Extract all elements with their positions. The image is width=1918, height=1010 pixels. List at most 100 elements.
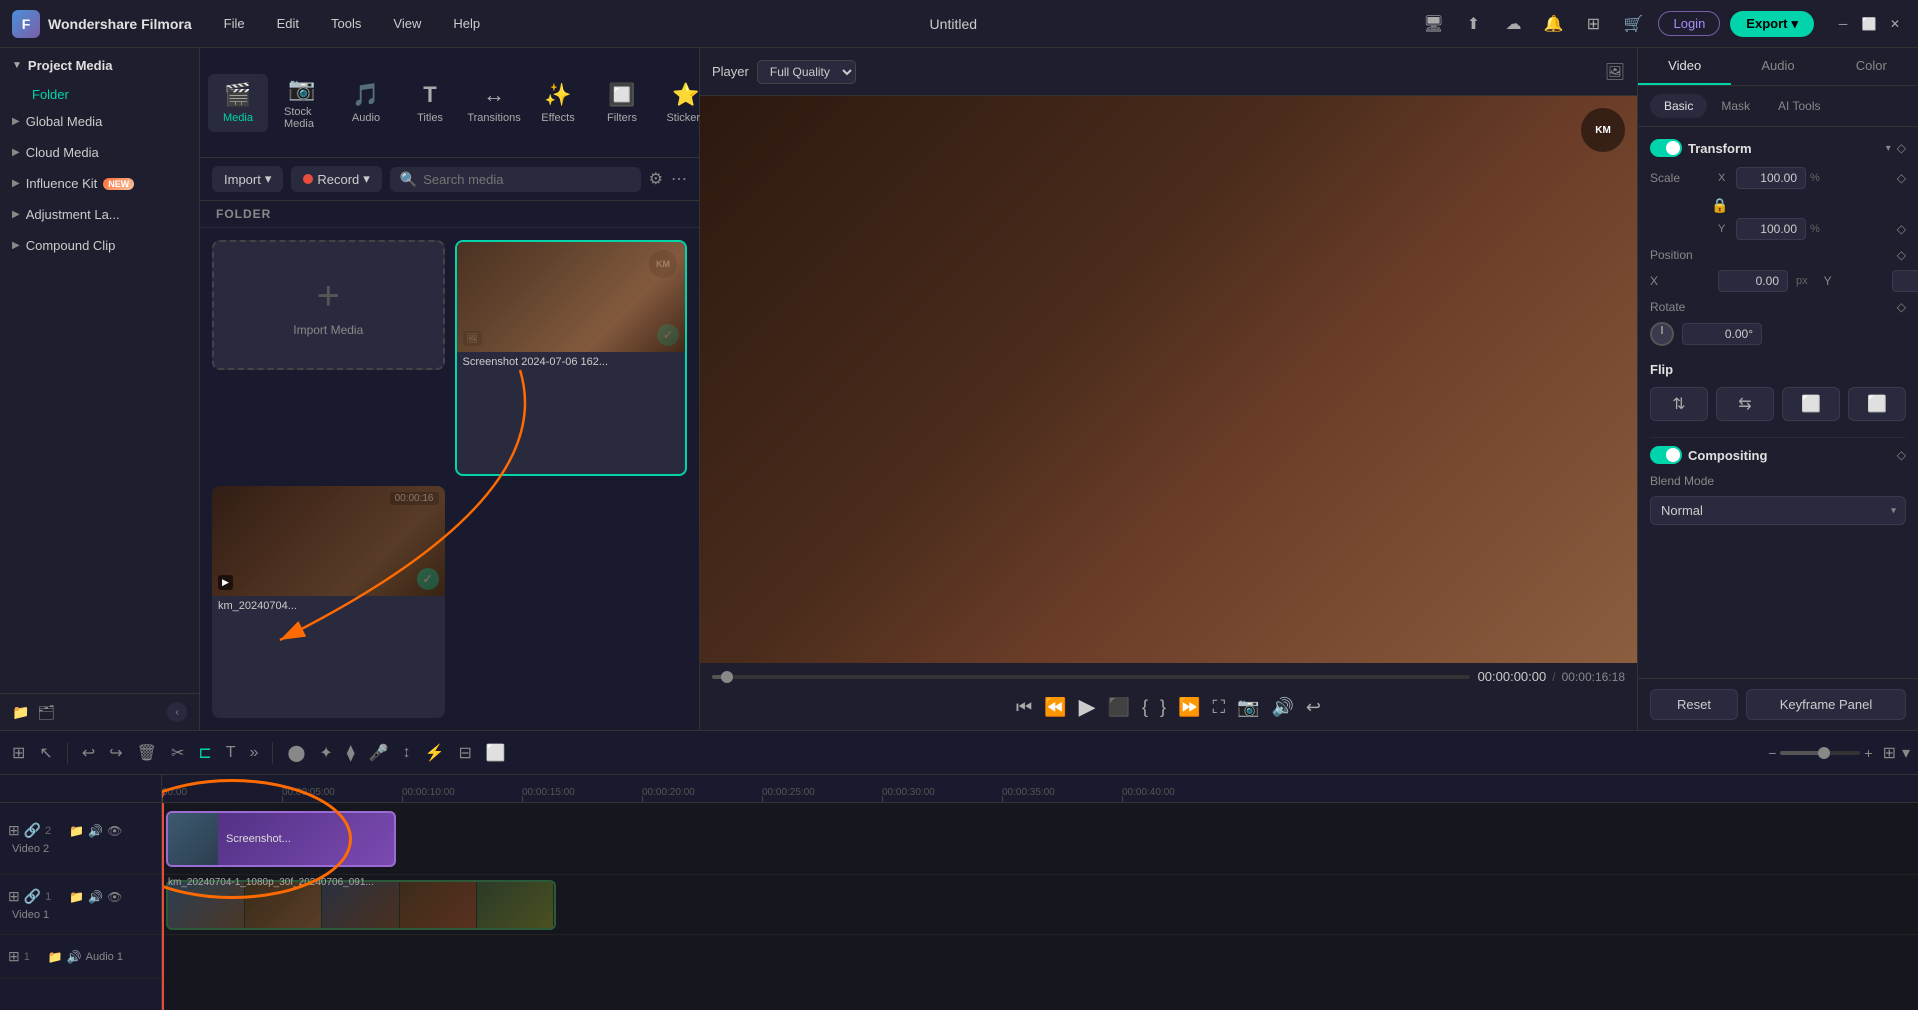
scale-x-keyframe-icon[interactable]: ◇ [1897, 171, 1906, 185]
filter-icon[interactable]: ⚙ [649, 169, 663, 189]
mark-in-icon[interactable]: { [1142, 697, 1148, 718]
tab-titles[interactable]: T Titles [400, 74, 460, 132]
mark-out-icon[interactable]: } [1160, 697, 1166, 718]
tl-zoom-in-icon[interactable]: + [1864, 745, 1872, 761]
transform-toggle[interactable] [1650, 139, 1682, 157]
more-options-icon[interactable]: ⋯ [671, 169, 687, 189]
sidebar-item-adjustment[interactable]: ▶ Adjustment La... [0, 199, 199, 230]
video2-folder-icon[interactable]: 📁 [69, 824, 84, 838]
screenshot-media-item[interactable]: KM ✓ 🖼 Screenshot 2024-07-06 162... [455, 240, 688, 476]
tl-text-icon[interactable]: T [222, 740, 240, 766]
maximize-button[interactable]: ⬜ [1858, 13, 1880, 35]
tl-select-icon[interactable]: ↖ [35, 739, 56, 767]
upload-icon[interactable]: ⬆ [1458, 9, 1488, 39]
audio1-folder-icon[interactable]: 📁 [48, 950, 63, 964]
menu-file[interactable]: File [216, 12, 253, 35]
video1-audio-icon[interactable]: 🔊 [88, 890, 103, 904]
tl-output-icon[interactable]: ⬜ [482, 739, 510, 767]
scale-y-input[interactable] [1736, 218, 1806, 240]
tab-effects[interactable]: ✨ Effects [528, 74, 588, 132]
snapshot-icon[interactable]: 📷 [1237, 697, 1259, 718]
record-button[interactable]: Record ▾ [291, 166, 381, 192]
tl-zoom-out-icon[interactable]: − [1768, 745, 1776, 761]
tl-redo-icon[interactable]: ↪ [105, 739, 126, 767]
minimize-button[interactable]: ─ [1832, 13, 1854, 35]
subtab-ai-tools[interactable]: AI Tools [1764, 94, 1834, 118]
quality-select[interactable]: Full Quality [757, 60, 856, 84]
playhead[interactable] [162, 803, 164, 1010]
fullscreen-icon[interactable]: ⛶ [1212, 697, 1225, 718]
search-box[interactable]: 🔍 [390, 167, 641, 192]
flip-vertical-button[interactable]: ⇆ [1716, 387, 1774, 421]
subtab-mask[interactable]: Mask [1707, 94, 1764, 118]
position-y-input[interactable] [1892, 270, 1918, 292]
menu-view[interactable]: View [385, 12, 429, 35]
screen-icon[interactable]: 🖥 [1418, 9, 1448, 39]
tab-media[interactable]: 🎬 Media [208, 74, 268, 132]
scrubber-thumb[interactable] [721, 671, 733, 683]
tl-zoom-thumb[interactable] [1818, 747, 1830, 759]
blend-mode-select[interactable]: Normal [1650, 496, 1906, 525]
tl-delete-icon[interactable]: 🗑 [133, 739, 161, 767]
rotate-input[interactable] [1682, 323, 1762, 345]
video1-folder-icon[interactable]: 📁 [69, 890, 84, 904]
folder-icon[interactable]: 🗂 [37, 704, 55, 721]
sidebar-item-influence-kit[interactable]: ▶ Influence Kit NEW [0, 168, 199, 199]
flip-both-v-button[interactable]: ⬜ [1848, 387, 1906, 421]
login-button[interactable]: Login [1658, 11, 1720, 36]
video1-eye-icon[interactable]: 👁 [107, 890, 122, 904]
frame-back-icon[interactable]: ⏪ [1044, 697, 1066, 718]
stop-button[interactable]: ⬛ [1108, 697, 1130, 718]
more-controls-icon[interactable]: ↩ [1306, 697, 1321, 718]
transform-keyframe-icon[interactable]: ◇ [1897, 141, 1906, 155]
project-media-section[interactable]: ▼ Project Media [0, 48, 199, 83]
tl-zoom-track[interactable] [1780, 751, 1860, 755]
tl-overlay-icon[interactable]: ⊟ [455, 739, 476, 767]
menu-tools[interactable]: Tools [323, 12, 369, 35]
tab-video[interactable]: Video [1638, 48, 1731, 85]
close-button[interactable]: ✕ [1884, 13, 1906, 35]
tab-audio[interactable]: Audio [1731, 48, 1824, 85]
timeline-tracks-area[interactable]: 00:00 00:00:05:00 00:00:10:00 00:00:15:0… [162, 775, 1918, 1010]
import-media-item[interactable]: + Import Media [212, 240, 445, 370]
new-folder-icon[interactable]: 📁 [12, 704, 29, 721]
tl-mic-icon[interactable]: 🎤 [365, 739, 393, 767]
flip-horizontal-button[interactable]: ⇅ [1650, 387, 1708, 421]
cloud-icon[interactable]: ☁ [1498, 9, 1528, 39]
audio-icon[interactable]: 🔊 [1271, 697, 1293, 718]
keyframe-panel-button[interactable]: Keyframe Panel [1746, 689, 1906, 720]
export-button[interactable]: Export ▾ [1730, 11, 1814, 37]
scale-y-keyframe-icon[interactable]: ◇ [1897, 222, 1906, 236]
subtab-basic[interactable]: Basic [1650, 94, 1707, 118]
tl-trim-icon[interactable]: ⊏ [194, 739, 215, 767]
scale-x-input[interactable] [1736, 167, 1806, 189]
video-media-item[interactable]: 00:00:16 ✓ ▶ km_20240704... [212, 486, 445, 718]
video1-main-clip[interactable]: km_20240704-1_1080p_30f_20240706_091... [166, 880, 556, 930]
tl-magic-icon[interactable]: ✦ [315, 739, 336, 767]
video2-audio-icon[interactable]: 🔊 [88, 824, 103, 838]
tl-more-icon[interactable]: ▾ [1902, 743, 1910, 763]
scale-lock-icon[interactable]: 🔒 [1710, 197, 1730, 214]
tl-split-icon[interactable]: ⚡ [421, 739, 449, 767]
tl-cut-icon[interactable]: ✂ [167, 739, 188, 767]
sidebar-item-cloud-media[interactable]: ▶ Cloud Media [0, 137, 199, 168]
folder-label[interactable]: Folder [0, 83, 199, 106]
tl-undo-icon[interactable]: ↩ [78, 739, 99, 767]
track-forward-icon[interactable]: ⏩ [1178, 697, 1200, 718]
rotate-keyframe-icon[interactable]: ◇ [1897, 300, 1906, 314]
sidebar-item-global-media[interactable]: ▶ Global Media [0, 106, 199, 137]
skip-back-icon[interactable]: ⏮ [1016, 697, 1032, 718]
flip-both-h-button[interactable]: ⬜ [1782, 387, 1840, 421]
tab-color[interactable]: Color [1825, 48, 1918, 85]
tab-filters[interactable]: 🔲 Filters [592, 74, 652, 132]
collapse-left-panel-button[interactable]: ‹ [167, 702, 187, 722]
search-input[interactable] [423, 172, 630, 187]
cart-icon[interactable]: 🛒 [1618, 9, 1648, 39]
menu-help[interactable]: Help [445, 12, 488, 35]
rotate-dial[interactable] [1650, 322, 1674, 346]
notification-icon[interactable]: 🔔 [1538, 9, 1568, 39]
video2-eye-icon[interactable]: 👁 [107, 824, 122, 838]
video2-screenshot-clip[interactable]: Screenshot... [166, 811, 396, 867]
audio1-audio-icon[interactable]: 🔊 [67, 950, 82, 964]
grid-icon[interactable]: ⊞ [1578, 9, 1608, 39]
